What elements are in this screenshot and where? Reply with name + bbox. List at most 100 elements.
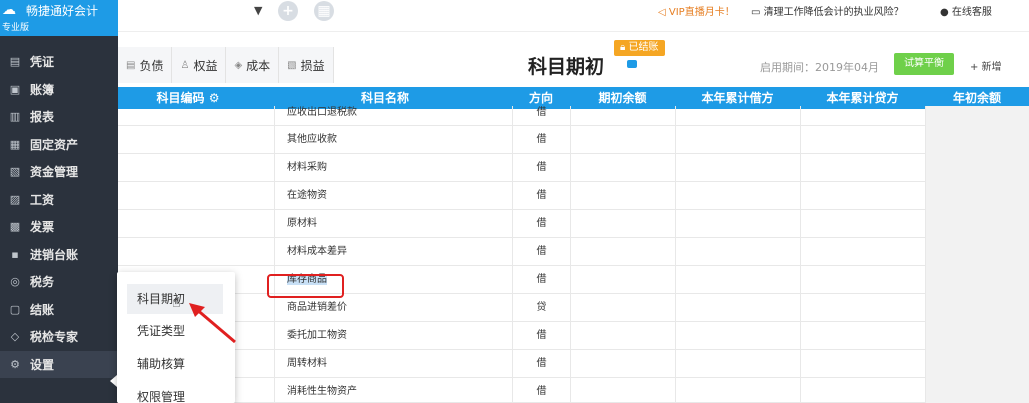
opening-balance[interactable]: [570, 210, 675, 238]
account-set-select[interactable]: [118, 0, 268, 24]
tab-cost[interactable]: ◈ 成本: [226, 47, 280, 83]
online-service-link[interactable]: ● 在线客服: [940, 3, 992, 18]
ytd-debit[interactable]: [675, 154, 800, 182]
table-row[interactable]: 消耗性生物资产借: [118, 378, 1029, 403]
direction: 借: [512, 322, 570, 350]
ytd-credit[interactable]: [800, 154, 925, 182]
liability-icon: ▤: [126, 59, 136, 71]
online-text: 在线客服: [951, 7, 992, 18]
table-row[interactable]: 应收出口退税款借: [118, 106, 1029, 126]
ytd-credit[interactable]: [800, 210, 925, 238]
shield-icon: ◇: [10, 330, 20, 344]
ytd-debit[interactable]: [675, 322, 800, 350]
ytd-debit[interactable]: [675, 106, 800, 126]
opening-balance[interactable]: [570, 266, 675, 294]
ytd-credit[interactable]: [800, 182, 925, 210]
ytd-debit[interactable]: [675, 266, 800, 294]
sidebar-nav: ▤ 凭证 ▣ 账簿 ▥ 报表 ▦ 固定资产 ▧ 资金管理 ▨ 工资 ▩ 发票 ▪ 进销台账 ◎ 税…: [0, 48, 118, 378]
sidebar-item-taxcheck[interactable]: ◇ 税检专家: [0, 323, 118, 351]
ytd-credit[interactable]: [800, 126, 925, 154]
start-period: 启用期间：2019年04月: [760, 59, 879, 75]
ytd-credit[interactable]: [800, 106, 925, 126]
opening-balance[interactable]: [570, 106, 675, 126]
add-circle-icon[interactable]: +: [278, 1, 298, 21]
opening-balance[interactable]: [570, 126, 675, 154]
tab-profit-loss[interactable]: ▧ 损益: [279, 47, 334, 83]
table-row[interactable]: 原材料借: [118, 210, 1029, 238]
direction: 借: [512, 182, 570, 210]
close-icon: ▢: [9, 302, 21, 316]
promo-link[interactable]: ▭ 清理工作降低会计的执业风险？: [751, 3, 904, 18]
sidebar-item-ledger[interactable]: ▣ 账簿: [0, 76, 118, 104]
ytd-debit[interactable]: [675, 210, 800, 238]
opening-balance[interactable]: [570, 350, 675, 378]
sidebar-item-close[interactable]: ▢ 结账: [0, 296, 118, 324]
tab-equity[interactable]: ♙ 权益: [172, 47, 227, 83]
sidebar-item-report[interactable]: ▥ 报表: [0, 103, 118, 131]
ytd-debit[interactable]: [675, 350, 800, 378]
table-row[interactable]: 周转材料借: [118, 350, 1029, 378]
ytd-credit[interactable]: [800, 238, 925, 266]
page-title: 科目期初: [528, 56, 605, 78]
add-button[interactable]: + 新增: [970, 58, 1002, 73]
ytd-credit[interactable]: [800, 322, 925, 350]
ytd-debit[interactable]: [675, 126, 800, 154]
invoice-icon: ▩: [9, 220, 21, 234]
sidebar-item-invoice[interactable]: ▩ 发票: [0, 213, 118, 241]
table-row[interactable]: 库存商品借: [118, 266, 1029, 294]
sidebar-item-voucher[interactable]: ▤ 凭证: [0, 48, 118, 76]
sidebar-item-label: 报表: [30, 110, 55, 125]
ytd-debit[interactable]: [675, 294, 800, 322]
menu-item-auxiliary[interactable]: 辅助核算: [127, 349, 223, 379]
caret-down-icon[interactable]: ▼: [254, 4, 262, 17]
year-start-balance: [925, 350, 1029, 378]
ytd-credit[interactable]: [800, 266, 925, 294]
vip-link[interactable]: ◁ VIP直播月卡！: [658, 3, 735, 18]
opening-balance[interactable]: [570, 238, 675, 266]
sidebar-item-salary[interactable]: ▨ 工资: [0, 186, 118, 214]
sidebar-item-tax[interactable]: ◎ 税务: [0, 268, 118, 296]
ytd-credit[interactable]: [800, 294, 925, 322]
opening-balance[interactable]: [570, 154, 675, 182]
table-row[interactable]: 在途物资借: [118, 182, 1029, 210]
closed-badge-text: 已结账: [628, 42, 659, 53]
opening-balance[interactable]: [570, 322, 675, 350]
gear-icon[interactable]: ⚙: [209, 91, 220, 105]
video-tutorial-icon[interactable]: [627, 60, 637, 68]
tab-label: 损益: [300, 58, 325, 73]
menu-item-permission[interactable]: 权限管理: [127, 382, 223, 403]
speaker-icon: ◁: [658, 7, 669, 18]
sidebar-item-asset[interactable]: ▦ 固定资产: [0, 131, 118, 159]
cloud-logo-icon: ☁: [2, 2, 16, 18]
vip-text: VIP直播月卡！: [668, 7, 735, 18]
sidebar-item-label: 结账: [30, 302, 55, 317]
period-label: 启用期间：: [760, 61, 815, 74]
sidebar-item-label: 设置: [30, 357, 55, 372]
tab-liability[interactable]: ▤ 负债: [118, 47, 173, 83]
red-arrow-icon: [189, 303, 236, 344]
ytd-debit[interactable]: [675, 182, 800, 210]
table-row[interactable]: 材料成本差异借: [118, 238, 1029, 266]
ytd-credit[interactable]: [800, 350, 925, 378]
ytd-debit[interactable]: [675, 238, 800, 266]
table-row[interactable]: 其他应收款借: [118, 126, 1029, 154]
opening-balance[interactable]: [570, 182, 675, 210]
year-start-balance: [925, 106, 1029, 126]
grid-circle-icon[interactable]: ▦: [314, 1, 334, 21]
topbar: ▼ + ▦ ◁ VIP直播月卡！ ▭ 清理工作降低会计的执业风险？ ● 在线客服: [118, 0, 1029, 32]
ytd-credit[interactable]: [800, 378, 925, 403]
year-start-balance: [925, 322, 1029, 350]
opening-balance[interactable]: [570, 294, 675, 322]
sidebar-item-label: 固定资产: [30, 137, 79, 152]
fund-icon: ▧: [9, 165, 21, 179]
trial-balance-button[interactable]: 试算平衡: [894, 53, 954, 75]
sidebar-item-fund[interactable]: ▧ 资金管理: [0, 158, 118, 186]
pl-icon: ▧: [287, 59, 297, 71]
opening-balance[interactable]: [570, 378, 675, 403]
table-row[interactable]: 委托加工物资借: [118, 322, 1029, 350]
table-row[interactable]: 商品进销差价贷: [118, 294, 1029, 322]
ytd-debit[interactable]: [675, 378, 800, 403]
table-row[interactable]: 材料采购借: [118, 154, 1029, 182]
sidebar-item-trade[interactable]: ▪ 进销台账: [0, 241, 118, 269]
sidebar-item-settings[interactable]: ⚙ 设置: [0, 350, 118, 378]
